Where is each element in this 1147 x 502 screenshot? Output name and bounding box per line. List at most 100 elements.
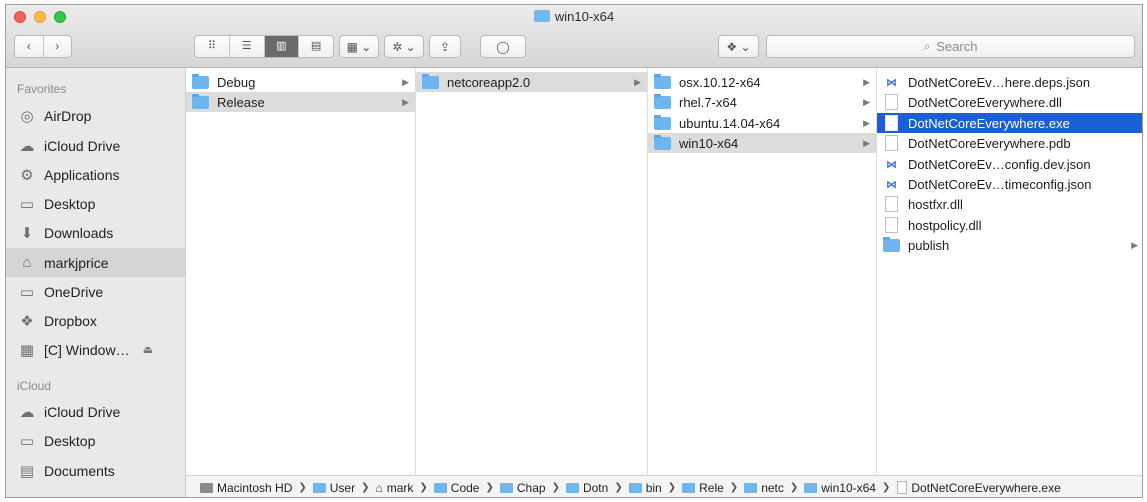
document-icon [885, 196, 898, 212]
sidebar-item-downloads[interactable]: ⬇ Downloads [6, 218, 185, 247]
file-item[interactable]: ⋈ DotNetCoreEv…config.dev.json [877, 154, 1142, 174]
path-label: Macintosh HD [217, 480, 293, 495]
file-item[interactable]: DotNetCoreEverywhere.dll [877, 92, 1142, 112]
file-item[interactable]: hostpolicy.dll [877, 215, 1142, 235]
folder-item[interactable]: publish ▶ [877, 235, 1142, 255]
folder-icon [654, 73, 671, 89]
back-button[interactable]: ‹ [15, 36, 44, 57]
file-item[interactable]: DotNetCoreEverywhere.pdb [877, 133, 1142, 153]
item-label: DotNetCoreEv…here.deps.json [908, 74, 1091, 90]
folder-icon: ▭ [19, 283, 35, 301]
finder-window: win10-x64 ‹ › ⠿ ☰ ▥ ▤ ▦ ⌄ ✲ ⌄ ⇪ ◯ ❖ ⌄ ⌕ … [5, 4, 1143, 498]
item-label: DotNetCoreEverywhere.dll [908, 94, 1062, 110]
path-segment[interactable]: netc [744, 481, 784, 495]
item-label: rhel.7-x64 [679, 94, 737, 110]
folder-icon [312, 482, 326, 493]
sidebar-item-icloud-documents[interactable]: ▤ Documents [6, 456, 185, 485]
group-button[interactable]: ▦ ⌄ [339, 35, 379, 58]
folder-item[interactable]: Debug ▶ [186, 72, 415, 92]
folder-icon [565, 482, 579, 493]
share-button[interactable]: ⇪ [429, 35, 461, 58]
path-segment[interactable]: win10-x64 [804, 481, 876, 495]
folder-item[interactable]: win10-x64 ▶ [648, 133, 876, 153]
folder-item[interactable]: ubuntu.14.04-x64 ▶ [648, 113, 876, 133]
search-field[interactable]: ⌕ Search [766, 35, 1135, 58]
list-view-button[interactable]: ☰ [230, 36, 265, 57]
sidebar-item-dropbox[interactable]: ❖ Dropbox [6, 306, 185, 335]
vscode-file-icon: ⋈ [886, 76, 897, 89]
column-1: Debug ▶ Release ▶ [186, 68, 416, 475]
cloud-icon: ☁ [19, 137, 35, 155]
folder-icon [628, 482, 642, 493]
sidebar-item-airdrop[interactable]: ◎ AirDrop [6, 101, 185, 130]
file-item-selected[interactable]: DotNetCoreEverywhere.exe [877, 113, 1142, 133]
path-segment[interactable]: Rele [682, 481, 724, 495]
chevron-right-icon: ❯ [667, 482, 677, 493]
document-icon [897, 481, 908, 494]
chevron-right-icon: ❯ [614, 482, 623, 493]
path-segment[interactable]: Macintosh HD [200, 481, 292, 495]
eject-icon[interactable]: ⏏ [143, 343, 153, 356]
path-segment[interactable]: Code [433, 481, 479, 495]
path-segment[interactable]: ⌂ mark [375, 481, 413, 495]
action-button[interactable]: ✲ ⌄ [384, 35, 424, 58]
item-label: DotNetCoreEv…config.dev.json [908, 156, 1091, 172]
column-view-button[interactable]: ▥ [264, 36, 300, 57]
sidebar-item-label: [C] Window… [44, 341, 130, 358]
folder-icon [192, 73, 209, 89]
sidebar: Favorites ◎ AirDrop ☁ iCloud Drive ⚙ Applic… [6, 68, 186, 497]
forward-button[interactable]: › [44, 36, 72, 57]
folder-item[interactable]: netcoreapp2.0 ▶ [416, 72, 647, 92]
item-label: netcoreapp2.0 [447, 74, 531, 90]
path-segment[interactable]: bin [628, 481, 662, 495]
file-item[interactable]: ⋈ DotNetCoreEv…timeconfig.json [877, 174, 1142, 194]
path-segment[interactable]: Chap [499, 480, 546, 495]
chevron-right-icon: ▶ [863, 76, 870, 87]
path-segment[interactable]: DotNetCoreEverywhere.exe [896, 480, 1061, 495]
path-label: mark [386, 480, 414, 495]
item-label: ubuntu.14.04-x64 [679, 115, 781, 131]
sidebar-item-onedrive[interactable]: ▭ OneDrive [6, 277, 185, 306]
folder-icon [654, 134, 671, 150]
column-4: ⋈ DotNetCoreEv…here.deps.json DotNetCoreE… [877, 68, 1142, 475]
sidebar-item-icloud-desktop[interactable]: ▭ Desktop [6, 426, 185, 455]
folder-icon [192, 93, 209, 109]
folder-item[interactable]: Release ▶ [186, 92, 415, 112]
desktop-icon: ▭ [19, 432, 35, 450]
chevron-right-icon: ❯ [419, 482, 428, 493]
file-item[interactable]: hostfxr.dll [877, 194, 1142, 214]
airdrop-icon: ◎ [20, 107, 34, 125]
folder-item[interactable]: osx.10.12-x64 ▶ [648, 72, 876, 92]
path-segment[interactable]: Dotn [565, 481, 608, 495]
sidebar-item-windows-volume[interactable]: ▦ [C] Window… ⏏ [6, 335, 185, 364]
search-placeholder: Search [936, 39, 978, 54]
sidebar-item-applications[interactable]: ⚙ Applications [6, 160, 185, 189]
path-bar: Macintosh HD ❯ User ❯ ⌂ mark ❯ Code ❯ Chap ❯ D… [186, 475, 1142, 497]
gallery-view-button[interactable]: ▤ [299, 36, 333, 57]
chevron-right-icon: ❯ [789, 482, 799, 493]
item-label: DotNetCoreEv…timeconfig.json [908, 176, 1092, 192]
path-segment[interactable]: User [312, 481, 355, 495]
sidebar-item-desktop[interactable]: ▭ Desktop [6, 189, 185, 218]
sidebar-item-home[interactable]: ⌂ markjprice [6, 248, 185, 277]
document-icon [885, 94, 898, 110]
dropbox-button[interactable]: ❖ ⌄ [718, 35, 759, 58]
column-3: osx.10.12-x64 ▶ rhel.7-x64 ▶ ubuntu.14.04-… [648, 68, 877, 475]
drive-icon: ▦ [19, 341, 35, 359]
document-icon [885, 135, 898, 151]
chevron-right-icon: ▶ [1131, 239, 1138, 250]
sidebar-item-label: iCloud Drive [44, 137, 121, 154]
icon-view-button[interactable]: ⠿ [195, 36, 230, 57]
sidebar-item-icloud-drive-2[interactable]: ☁ iCloud Drive [6, 397, 185, 426]
sidebar-item-icloud-drive[interactable]: ☁ iCloud Drive [6, 131, 185, 160]
folder-item[interactable]: rhel.7-x64 ▶ [648, 92, 876, 112]
chevron-right-icon: ❯ [729, 482, 739, 493]
path-label: Chap [516, 480, 546, 495]
tag-button[interactable]: ◯ [480, 35, 526, 58]
folder-icon [682, 482, 696, 493]
path-label: DotNetCoreEverywhere.exe [911, 480, 1061, 495]
sidebar-item-label: markjprice [44, 254, 109, 271]
path-label: netc [761, 480, 784, 495]
file-item[interactable]: ⋈ DotNetCoreEv…here.deps.json [877, 72, 1142, 92]
icloud-header: iCloud [17, 379, 52, 393]
